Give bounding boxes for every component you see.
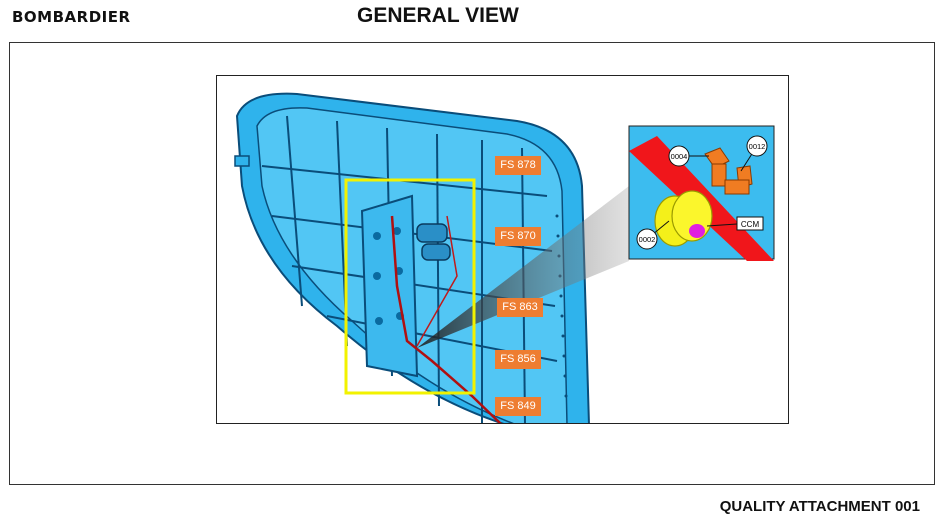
figure-panel: 0004 0012 0002 CCM FS 878 FS 870 FS 863 …	[216, 75, 789, 424]
brand-logo: BOMBARDIER	[12, 8, 131, 26]
callout-0002: 0002	[639, 235, 656, 244]
fs-label-856: FS 856	[495, 350, 541, 369]
callout-0004: 0004	[671, 152, 688, 161]
callout-0012: 0012	[749, 142, 766, 151]
fs-label-863: FS 863	[497, 298, 543, 317]
fs-label-870: FS 870	[495, 227, 541, 246]
aircraft-structure-illustration: 0004 0012 0002 CCM	[234, 92, 775, 423]
fs-label-849: FS 849	[495, 397, 541, 416]
page-title: GENERAL VIEW	[357, 4, 519, 27]
fs-label-878: FS 878	[495, 156, 541, 175]
quality-attachment-label: QUALITY ATTACHMENT 001	[719, 498, 920, 515]
detail-inset: 0004 0012 0002 CCM	[628, 125, 775, 261]
callout-ccm: CCM	[741, 220, 760, 229]
